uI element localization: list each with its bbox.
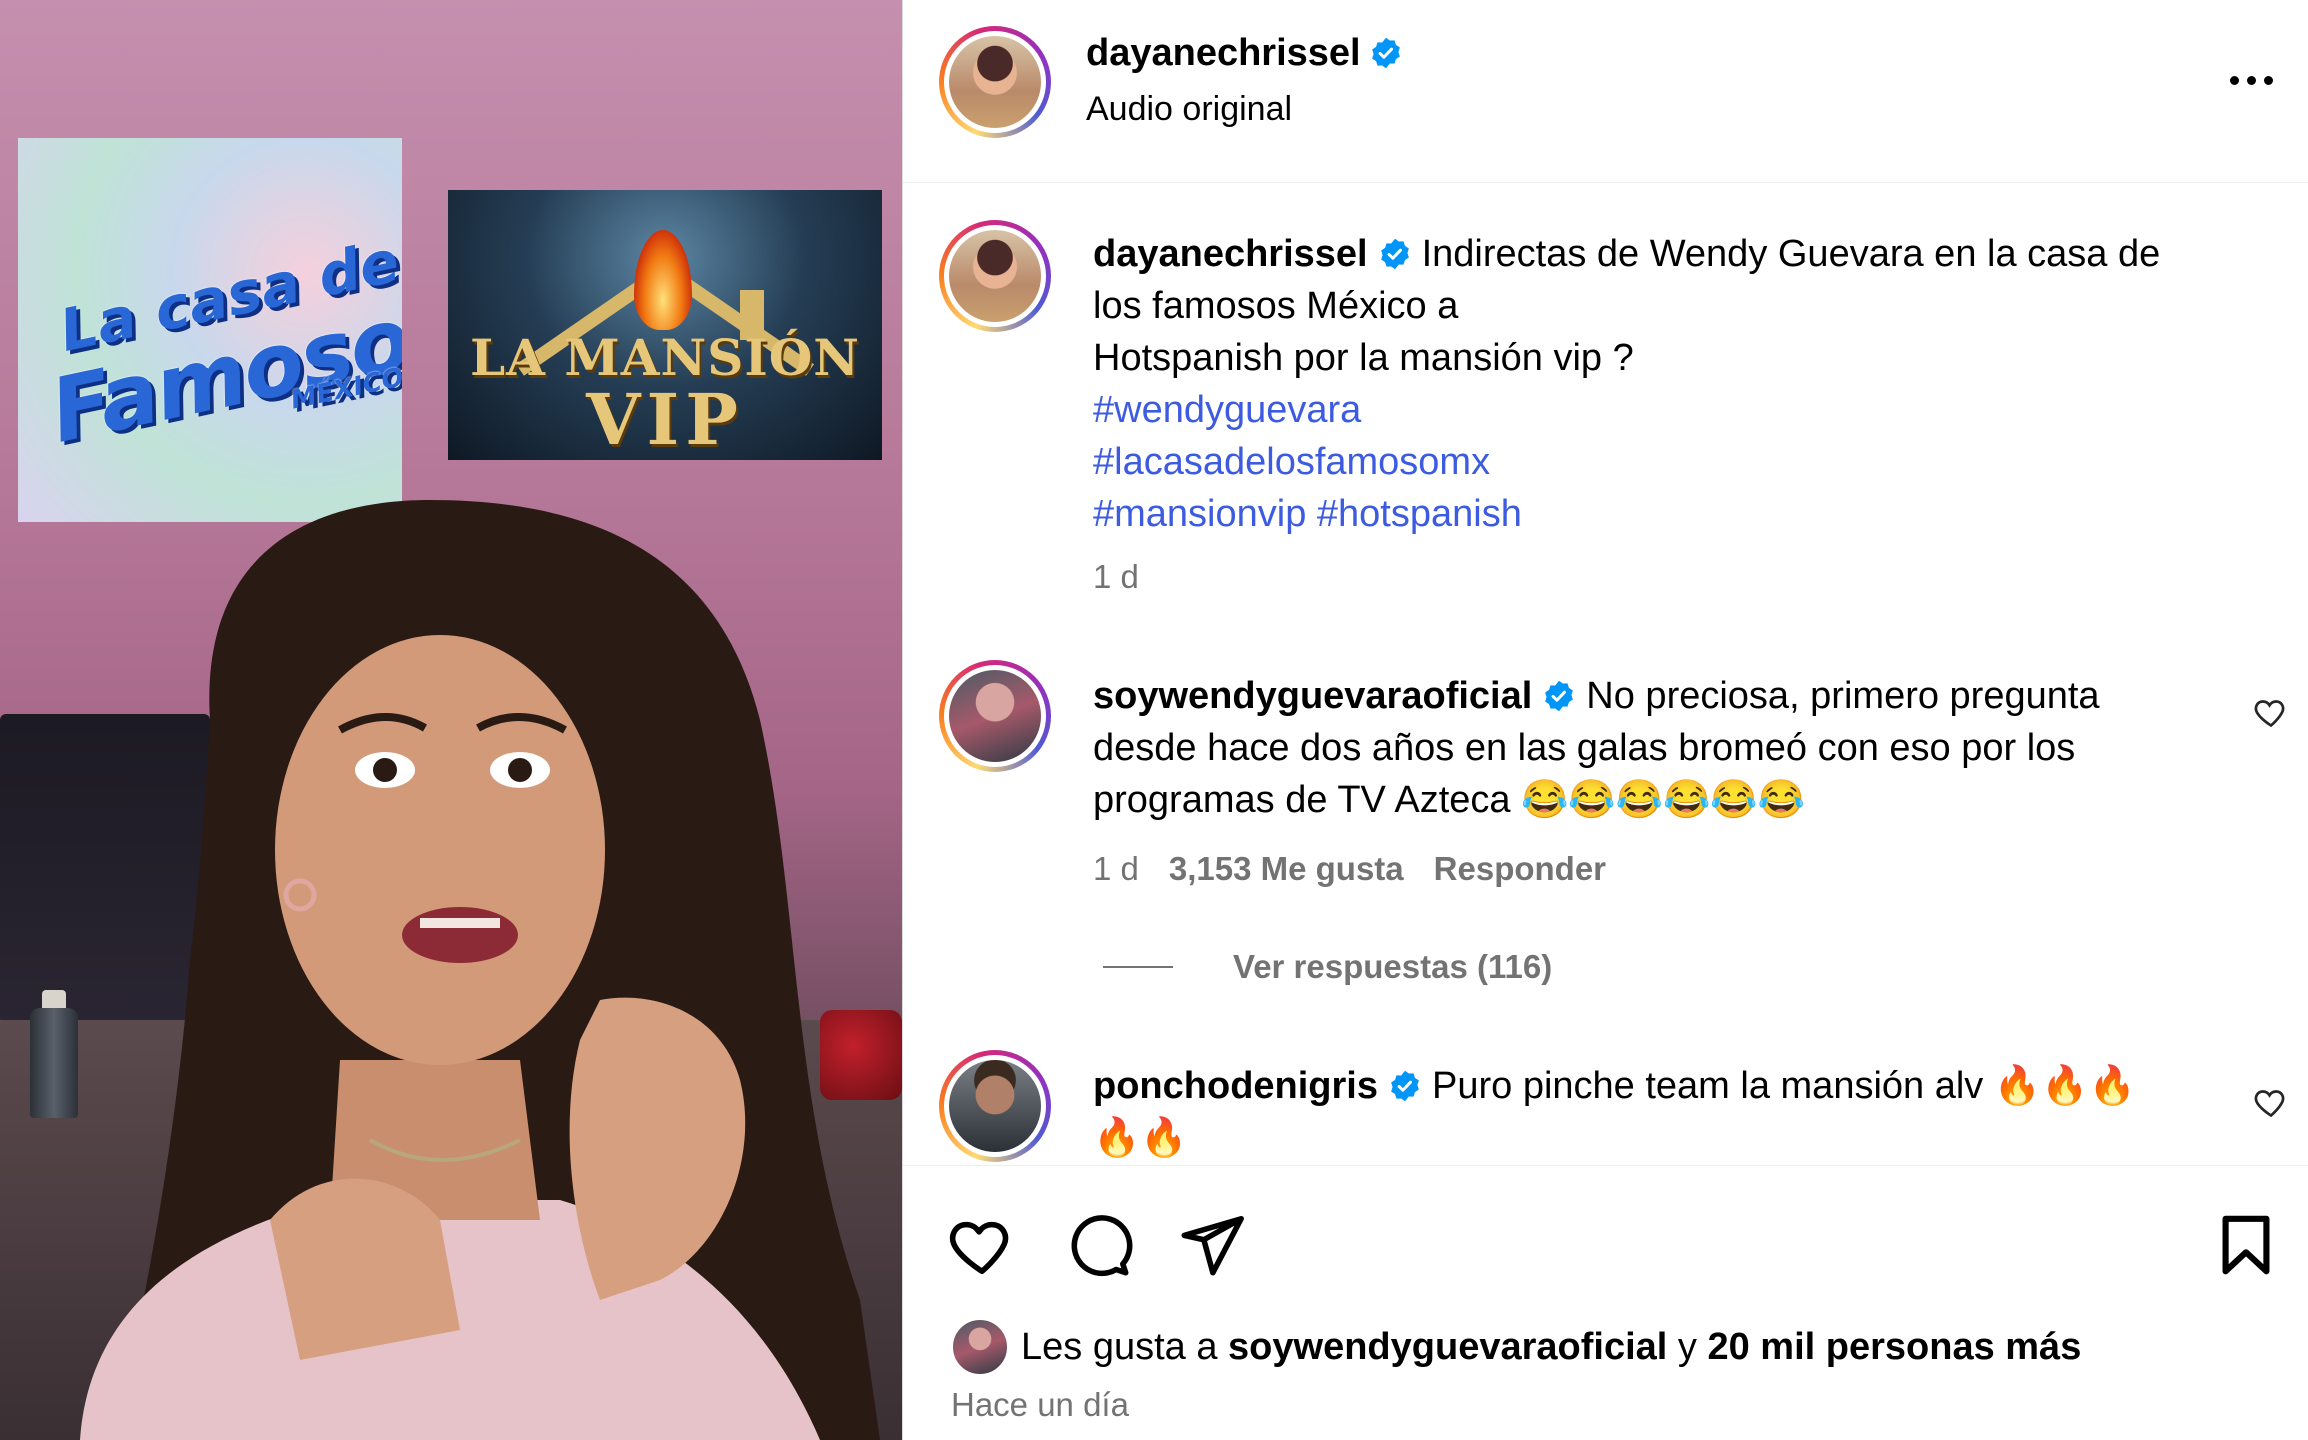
comment-text: ponchodenigris Puro pinche team la mansió… <box>1093 1060 2233 1164</box>
likes-joiner: y <box>1677 1325 1697 1368</box>
caption-line2: los famosos México a <box>1093 285 1459 327</box>
caption-text: dayanechrissel Indirectas de Wendy Guevar… <box>1093 228 2273 540</box>
comment-text: soywendyguevaraoficial No preciosa, prime… <box>1093 670 2233 826</box>
post-sidebar: dayanechrissel Audio original dayanechri… <box>902 0 2308 1440</box>
likes-others[interactable]: 20 mil personas más <box>1707 1326 2081 1369</box>
comment-username[interactable]: ponchodenigris <box>1093 1065 1378 1107</box>
hashtag-hotspanish[interactable]: #hotspanish <box>1317 493 1522 535</box>
bookmark-icon[interactable] <box>2211 1210 2281 1280</box>
post-time: Hace un día <box>951 1386 1129 1423</box>
comment-line2: 🔥🔥 <box>1093 1117 1188 1159</box>
view-replies-label: Ver respuestas (116) <box>1233 948 1553 985</box>
comment-meta: 1 d 3,153 Me gusta Responder <box>1093 850 1606 888</box>
presenter-figure <box>80 500 880 1440</box>
verified-badge-icon <box>1391 1070 1419 1102</box>
verified-badge-icon <box>1371 37 1400 69</box>
likes-summary[interactable]: Les gusta a soywendyguevaraoficial y 20 … <box>951 1318 2081 1376</box>
liker-avatar[interactable] <box>951 1318 1009 1376</box>
caption-time: 1 d <box>1093 558 1139 595</box>
comment-time: 1 d <box>1093 850 1139 887</box>
actions-divider <box>903 1165 2308 1166</box>
caption-avatar[interactable] <box>939 220 1051 332</box>
comment-likes[interactable]: 3,153 Me gusta <box>1169 850 1404 887</box>
comment-icon[interactable] <box>1063 1210 1133 1280</box>
more-options-icon[interactable] <box>2221 64 2281 96</box>
author-avatar[interactable] <box>939 26 1051 138</box>
heart-icon[interactable] <box>947 1210 1017 1280</box>
author-name-row: dayanechrissel <box>1086 32 1403 75</box>
caption-username[interactable]: dayanechrissel <box>1093 233 1368 275</box>
paper-plane-icon[interactable] <box>1177 1210 1247 1280</box>
view-replies-button[interactable]: Ver respuestas (116) <box>1103 948 1552 986</box>
author-username[interactable]: dayanechrissel <box>1086 32 1361 74</box>
comment-line3: programas de TV Azteca 😂😂😂😂😂😂 <box>1093 779 1805 821</box>
reply-button[interactable]: Responder <box>1434 850 1606 887</box>
verified-badge-icon <box>1545 680 1574 712</box>
caption-line1: Indirectas de Wendy Guevara en la casa d… <box>1421 233 2161 275</box>
post-media[interactable]: La casa de los Famosos MÉXICO LA MANSIÓN… <box>0 0 902 1440</box>
comment-like-heart-icon[interactable] <box>2253 694 2289 730</box>
hashtag-wendyguevara[interactable]: #wendyguevara <box>1093 389 1361 431</box>
likes-prefix: Les gusta a <box>1021 1325 1218 1368</box>
comment-line1: Puro pinche team la mansión alv 🔥🔥🔥 <box>1432 1065 2136 1107</box>
comment-like-heart-icon[interactable] <box>2253 1084 2289 1120</box>
hashtag-lacasadelosfamosomx[interactable]: #lacasadelosfamosomx <box>1093 441 1490 483</box>
comment-avatar[interactable] <box>939 660 1051 772</box>
hashtag-mansionvip[interactable]: #mansionvip <box>1093 493 1306 535</box>
instagram-post-view: La casa de los Famosos MÉXICO LA MANSIÓN… <box>0 0 2308 1440</box>
caption-line3: Hotspanish por la mansión vip ? <box>1093 337 1634 379</box>
comment-line1: No preciosa, primero pregunta <box>1586 675 2100 717</box>
audio-label[interactable]: Audio original <box>1086 90 1292 129</box>
verified-badge-icon <box>1380 238 1409 270</box>
liker-username[interactable]: soywendyguevaraoficial <box>1228 1326 1667 1369</box>
comment-avatar[interactable] <box>939 1050 1051 1162</box>
comment-line2: desde hace dos años en las galas bromeó … <box>1093 727 2076 769</box>
post-header: dayanechrissel Audio original <box>903 0 2308 183</box>
comment-username[interactable]: soywendyguevaraoficial <box>1093 675 1532 717</box>
